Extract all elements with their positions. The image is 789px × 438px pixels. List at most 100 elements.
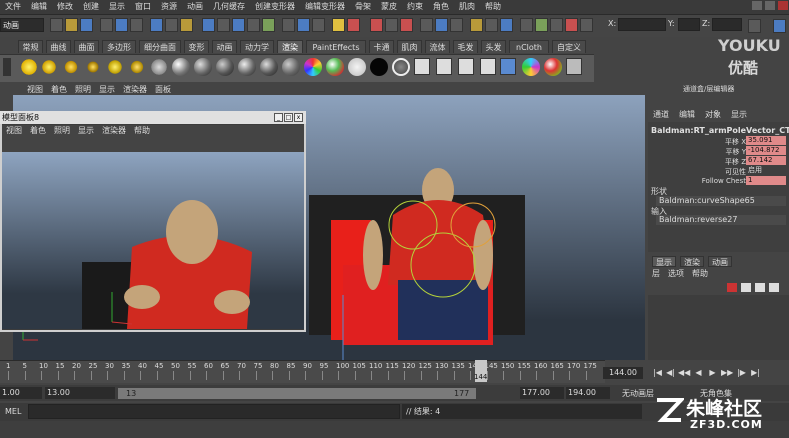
select-by-name-icon[interactable] bbox=[485, 18, 498, 32]
absolute-transform-icon[interactable] bbox=[435, 18, 448, 32]
model-panel-titlebar[interactable]: 模型面板8 bbox=[0, 111, 306, 124]
fp-menu-shading[interactable]: 着色 bbox=[26, 125, 50, 137]
menu-modify[interactable]: 修改 bbox=[52, 0, 78, 14]
layer-up-icon[interactable] bbox=[755, 283, 765, 292]
layer-down-icon[interactable] bbox=[769, 283, 779, 292]
play-back-icon[interactable]: ◀ bbox=[693, 368, 704, 378]
quick-select-icon[interactable] bbox=[500, 18, 513, 32]
vp-menu-panels[interactable]: 面板 bbox=[151, 84, 175, 95]
shelf-menu-icon[interactable] bbox=[3, 58, 11, 76]
ambient-light-icon[interactable] bbox=[20, 58, 38, 76]
ramp-shader-icon[interactable] bbox=[304, 58, 322, 76]
menu-file[interactable]: 文件 bbox=[0, 0, 26, 14]
anim-start-field[interactable]: 1.00 bbox=[0, 387, 42, 399]
anim-layer-label[interactable]: 无动画层 bbox=[622, 388, 654, 399]
menu-help[interactable]: 帮助 bbox=[480, 0, 506, 14]
cb-menu-object[interactable]: 对象 bbox=[700, 108, 726, 122]
menu-muscle[interactable]: 肌肉 bbox=[454, 0, 480, 14]
vp-menu-show[interactable]: 显示 bbox=[95, 84, 119, 95]
snap-curve-icon[interactable] bbox=[217, 18, 230, 32]
restore-icon[interactable] bbox=[765, 1, 775, 10]
fp-menu-renderer[interactable]: 渲染器 bbox=[98, 125, 130, 137]
hypershade-window-icon[interactable] bbox=[500, 58, 516, 75]
input-item[interactable]: Baldman:reverse27 bbox=[656, 215, 786, 225]
vp-menu-renderer[interactable]: 渲染器 bbox=[119, 84, 151, 95]
mel-input[interactable] bbox=[28, 404, 400, 419]
panel-maximize-icon[interactable]: □ bbox=[284, 113, 293, 122]
shelf-tab-toon[interactable]: 卡通 bbox=[369, 40, 394, 53]
paint-canvas-icon[interactable] bbox=[522, 58, 540, 76]
layered-shader-icon[interactable] bbox=[282, 58, 300, 76]
fp-menu-lighting[interactable]: 照明 bbox=[50, 125, 74, 137]
go-start-icon[interactable]: |◀ bbox=[652, 368, 663, 378]
play-forward-icon[interactable]: ▶ bbox=[707, 368, 718, 378]
mask-handles-icon[interactable] bbox=[165, 18, 178, 32]
directional-light-icon[interactable] bbox=[40, 58, 58, 76]
step-forward-icon[interactable]: |▶ bbox=[736, 368, 747, 378]
cb-menu-edit[interactable]: 编辑 bbox=[674, 108, 700, 122]
input-ops-icon[interactable] bbox=[282, 18, 295, 32]
anisotropic-icon[interactable] bbox=[172, 58, 190, 76]
current-frame-field[interactable]: 144.00 bbox=[603, 367, 643, 379]
new-layer-icon[interactable] bbox=[727, 283, 737, 292]
shelf-tab-fluids[interactable]: 流体 bbox=[425, 40, 450, 53]
menu-skeleton[interactable]: 骨架 bbox=[350, 0, 376, 14]
next-key-icon[interactable]: ▶▶ bbox=[721, 368, 733, 378]
render-settings-icon[interactable] bbox=[385, 18, 398, 32]
snap-view-icon[interactable] bbox=[247, 18, 260, 32]
volume-light-icon[interactable] bbox=[128, 58, 146, 76]
phonge-icon[interactable] bbox=[260, 58, 278, 76]
phong-icon[interactable] bbox=[238, 58, 256, 76]
new-layer-selected-icon[interactable] bbox=[741, 283, 751, 292]
shading-map-icon[interactable] bbox=[326, 58, 344, 76]
attr-translate-y-value[interactable]: -104.872 bbox=[746, 146, 786, 155]
show-attr-editor-icon[interactable] bbox=[748, 19, 761, 33]
close-icon[interactable] bbox=[778, 1, 788, 10]
panel-close-icon[interactable]: x bbox=[294, 113, 303, 122]
cb-menu-channels[interactable]: 通道 bbox=[648, 108, 674, 122]
attr-translate-z-value[interactable]: 67.142 bbox=[746, 156, 786, 165]
construction-history-icon[interactable] bbox=[312, 18, 325, 32]
new-scene-icon[interactable] bbox=[50, 18, 63, 32]
render-view-window-icon[interactable] bbox=[458, 58, 474, 75]
shelf-tab-rendering[interactable]: 渲染 bbox=[277, 40, 303, 53]
shelf-tab-hair[interactable]: 头发 bbox=[481, 40, 506, 53]
shelf-tab-dynamics[interactable]: 动力学 bbox=[240, 40, 274, 53]
surface-shader-icon[interactable] bbox=[348, 58, 366, 76]
shelf-tab-polygons[interactable]: 多边形 bbox=[102, 40, 136, 53]
use-background-icon[interactable] bbox=[370, 58, 388, 76]
sidebar-toggle-icon[interactable] bbox=[520, 18, 533, 32]
x-field[interactable] bbox=[618, 18, 666, 31]
prev-key-icon[interactable]: ◀◀ bbox=[678, 368, 690, 378]
layer-tab-render[interactable]: 渲染 bbox=[680, 256, 704, 267]
hypershade-icon[interactable] bbox=[400, 18, 413, 32]
anim-end-field[interactable]: 194.00 bbox=[566, 387, 610, 399]
point-light-icon[interactable] bbox=[62, 58, 80, 76]
ipr-icon[interactable] bbox=[436, 58, 452, 75]
go-end-icon[interactable]: ▶| bbox=[750, 368, 761, 378]
playback-end-field[interactable]: 177.00 bbox=[520, 387, 564, 399]
vp-menu-shading[interactable]: 着色 bbox=[47, 84, 71, 95]
menu-window[interactable]: 窗口 bbox=[130, 0, 156, 14]
spot-light-icon[interactable] bbox=[84, 58, 102, 76]
shape-item[interactable]: Baldman:curveShape65 bbox=[656, 196, 786, 206]
step-back-icon[interactable]: ◀| bbox=[665, 368, 676, 378]
model-panel-view[interactable] bbox=[2, 152, 304, 329]
attribute-editor-icon[interactable] bbox=[535, 18, 548, 32]
snap-grid-icon[interactable] bbox=[202, 18, 215, 32]
env-fog-icon[interactable] bbox=[392, 58, 410, 76]
select-component-icon[interactable] bbox=[130, 18, 143, 32]
attr-translate-x-value[interactable]: 35.091 bbox=[746, 136, 786, 145]
menu-create-deformers[interactable]: 创建变形器 bbox=[250, 0, 300, 14]
channel-box-icon[interactable] bbox=[565, 18, 578, 32]
panel-minimize-icon[interactable]: _ bbox=[274, 113, 283, 122]
menu-animate[interactable]: 动画 bbox=[182, 0, 208, 14]
layer-list[interactable] bbox=[648, 295, 789, 360]
snap-point-icon[interactable] bbox=[232, 18, 245, 32]
ipr-render-icon[interactable] bbox=[370, 18, 383, 32]
shelf-tab-fur[interactable]: 毛发 bbox=[453, 40, 478, 53]
vp-menu-lighting[interactable]: 照明 bbox=[71, 84, 95, 95]
attr-follow-chest-value[interactable]: 1 bbox=[746, 176, 786, 185]
fp-menu-view[interactable]: 视图 bbox=[2, 125, 26, 137]
camera-icon[interactable] bbox=[150, 58, 168, 76]
